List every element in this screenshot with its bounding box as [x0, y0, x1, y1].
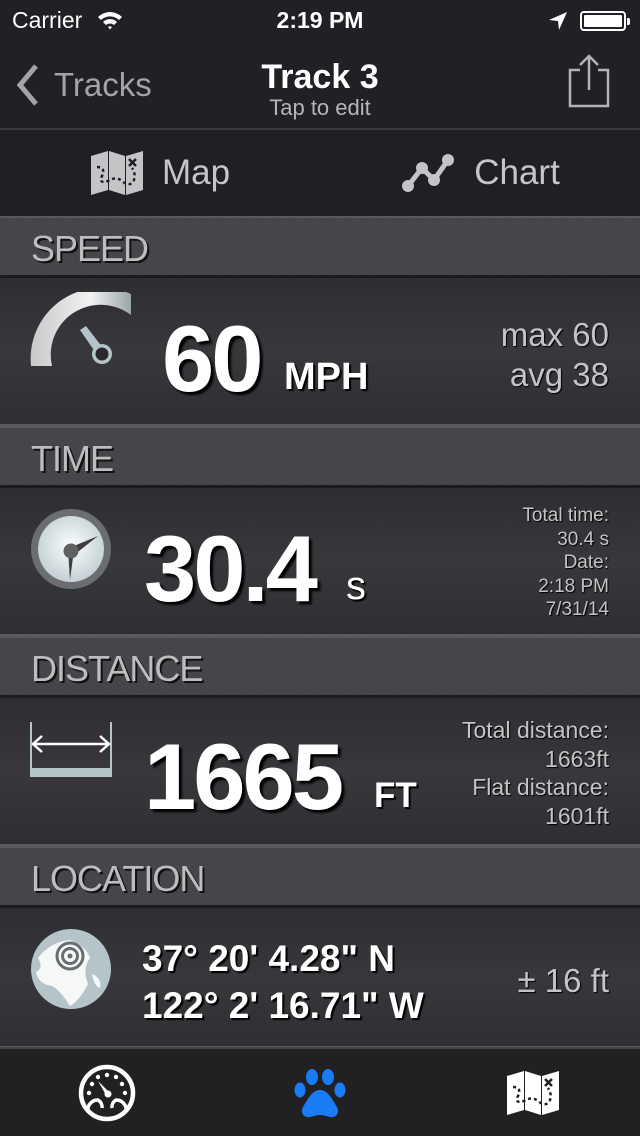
total-time-label: Total time: [522, 505, 609, 526]
time-details: Total time: 30.4 s Date: 2:18 PM 7/31/14 [522, 504, 609, 622]
flat-distance-value: 1601ft [545, 802, 609, 829]
page-subtitle[interactable]: Tap to edit [0, 95, 640, 121]
total-distance-value: 1663ft [545, 745, 609, 772]
chart-label: Chart [474, 153, 560, 192]
date-value: 7/31/14 [545, 599, 609, 620]
speed-header-title: SPEED [31, 228, 149, 269]
speed-max: max 60 [500, 316, 609, 353]
time-value: 30.4 [144, 516, 318, 621]
latitude-value: 37° 20' 4.28" N [142, 938, 396, 979]
location-header-title: LOCATION [31, 858, 205, 899]
longitude-value: 122° 2' 16.71" W [142, 985, 424, 1026]
location-section-header: LOCATION [0, 846, 640, 908]
time-header-title: TIME [31, 438, 114, 479]
chart-button[interactable]: Chart [320, 130, 640, 216]
treasure-map-icon [507, 1070, 560, 1115]
navigation-header: Carrier 2:19 PM Tracks Track 3 Tap to ed… [0, 0, 640, 128]
share-button[interactable] [566, 52, 612, 110]
battery-icon [580, 11, 630, 31]
tab-map[interactable] [427, 1049, 640, 1136]
tab-dashboard[interactable] [0, 1049, 213, 1136]
total-distance-label: Total distance: [461, 717, 609, 743]
clock-icon [31, 509, 111, 589]
tab-tracks[interactable] [213, 1049, 426, 1136]
speed-unit: MPH [284, 356, 369, 398]
distance-header-title: DISTANCE [31, 648, 203, 689]
total-time-value: 30.4 s [557, 528, 609, 550]
time-section: 30.4 s Total time: 30.4 s Date: 2:18 PM … [0, 488, 640, 636]
distance-value: 1665 [144, 724, 344, 829]
share-icon [568, 54, 610, 108]
distance-section-header: DISTANCE [0, 636, 640, 698]
distance-unit: FT [374, 776, 417, 815]
page-title[interactable]: Track 3 [0, 58, 640, 97]
line-chart-icon [402, 154, 455, 192]
speed-section-header: SPEED [0, 216, 640, 278]
time-section-header: TIME [0, 426, 640, 488]
map-button[interactable]: Map [0, 130, 320, 216]
speed-value: 60 [162, 306, 264, 411]
distance-section: 1665 FT Total distance: 1663ft Flat dist… [0, 698, 640, 846]
speed-avg: avg 38 [509, 356, 609, 393]
location-arrow-icon [548, 11, 568, 36]
tab-bar [0, 1047, 640, 1136]
flat-distance-label: Flat distance: [472, 774, 609, 800]
location-section: 37° 20' 4.28" N 122° 2' 16.71" W ± 16 ft [0, 908, 640, 1048]
map-icon [90, 151, 143, 195]
accuracy-value: ± 16 ft [517, 962, 610, 999]
speedometer-gauge-icon [30, 292, 131, 366]
distance-details: Total distance: 1663ft Flat distance: 16… [462, 716, 609, 830]
paw-icon [294, 1068, 346, 1117]
map-label: Map [161, 153, 231, 192]
speed-section: 60 MPH max 60 avg 38 [0, 278, 640, 426]
date-label: Date: [563, 552, 609, 573]
globe-icon [31, 929, 111, 1009]
status-time: 2:19 PM [276, 7, 364, 33]
status-bar: Carrier 2:19 PM [0, 0, 640, 40]
time-unit: s [346, 564, 366, 608]
dashboard-gauge-icon [78, 1064, 135, 1121]
date-time-value: 2:18 PM [538, 575, 609, 597]
distance-ruler-icon [30, 722, 112, 777]
view-segment-bar: Map Chart [0, 128, 640, 216]
